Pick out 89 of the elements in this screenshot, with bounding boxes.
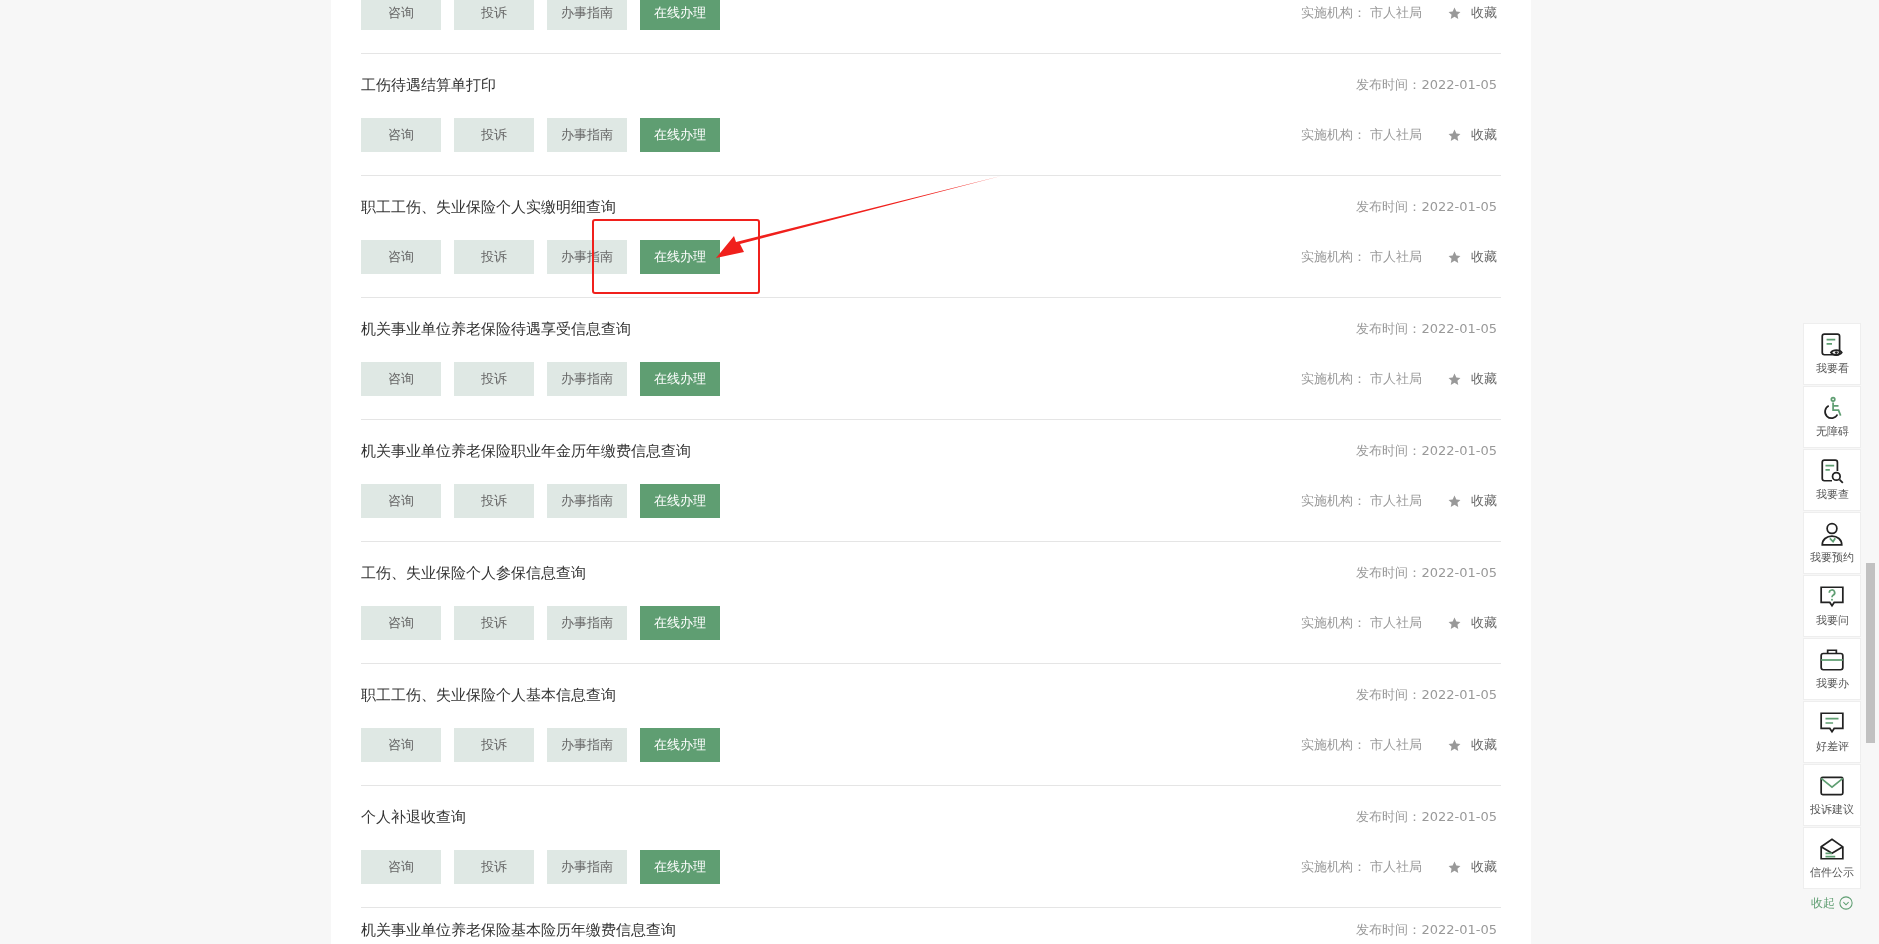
- service-button[interactable]: 办事指南: [547, 0, 627, 30]
- service-button[interactable]: 咨询: [361, 362, 441, 396]
- search-document-icon: [1819, 458, 1845, 484]
- publish-date: 发布时间：2022-01-05: [1356, 76, 1497, 94]
- sidebar-item[interactable]: 好差评: [1803, 701, 1861, 763]
- sidebar-item[interactable]: 无障碍: [1803, 386, 1861, 448]
- star-icon: [1448, 372, 1461, 386]
- online-handle-button[interactable]: 在线办理: [640, 850, 720, 884]
- service-button[interactable]: 咨询: [361, 606, 441, 640]
- service-button[interactable]: 咨询: [361, 240, 441, 274]
- service-button[interactable]: 投诉: [454, 240, 534, 274]
- sidebar-item[interactable]: 投诉建议: [1803, 764, 1861, 826]
- service-button[interactable]: 办事指南: [547, 850, 627, 884]
- publish-date: 发布时间：2022-01-05: [1356, 320, 1497, 338]
- envelope-icon: [1819, 773, 1845, 799]
- service-title[interactable]: 工伤、失业保险个人参保信息查询: [361, 563, 586, 583]
- favorite-link[interactable]: 收藏: [1448, 4, 1497, 22]
- service-button[interactable]: 办事指南: [547, 362, 627, 396]
- agency-text: 实施机构： 市人社局: [1300, 614, 1422, 632]
- briefcase-icon: [1819, 647, 1845, 673]
- online-handle-button[interactable]: 在线办理: [640, 606, 720, 640]
- service-title[interactable]: 工伤待遇结算单打印: [361, 75, 496, 95]
- service-button[interactable]: 投诉: [454, 728, 534, 762]
- online-handle-button[interactable]: 在线办理: [640, 118, 720, 152]
- service-button[interactable]: 咨询: [361, 0, 441, 30]
- online-handle-button[interactable]: 在线办理: [640, 728, 720, 762]
- service-button[interactable]: 投诉: [454, 850, 534, 884]
- sidebar-item[interactable]: 我要办: [1803, 638, 1861, 700]
- favorite-link[interactable]: 收藏: [1448, 858, 1497, 876]
- favorite-link[interactable]: 收藏: [1448, 248, 1497, 266]
- agency-text: 实施机构： 市人社局: [1300, 126, 1422, 144]
- publish-date: 发布时间：2022-01-05: [1356, 564, 1497, 582]
- document-eye-icon: [1819, 332, 1845, 358]
- publish-date: 发布时间：2022-01-05: [1356, 442, 1497, 460]
- star-icon: [1448, 494, 1461, 508]
- star-icon: [1448, 6, 1461, 20]
- sidebar-item[interactable]: 我要看: [1803, 323, 1861, 385]
- service-button[interactable]: 咨询: [361, 728, 441, 762]
- star-icon: [1448, 738, 1461, 752]
- publish-date: 发布时间：2022-01-05: [1356, 921, 1497, 939]
- service-title[interactable]: 机关事业单位养老保险基本险历年缴费信息查询: [361, 920, 676, 940]
- online-handle-button[interactable]: 在线办理: [640, 240, 720, 274]
- agency-text: 实施机构： 市人社局: [1300, 736, 1422, 754]
- scrollbar-thumb[interactable]: [1866, 563, 1875, 743]
- agency-text: 实施机构： 市人社局: [1300, 248, 1422, 266]
- service-button[interactable]: 办事指南: [547, 484, 627, 518]
- service-title[interactable]: 职工工伤、失业保险个人实缴明细查询: [361, 197, 616, 217]
- agency-text: 实施机构： 市人社局: [1300, 4, 1422, 22]
- online-handle-button[interactable]: 在线办理: [640, 0, 720, 30]
- agency-text: 实施机构： 市人社局: [1300, 858, 1422, 876]
- service-button[interactable]: 投诉: [454, 362, 534, 396]
- sidebar-item[interactable]: 我要预约: [1803, 512, 1861, 574]
- publish-date: 发布时间：2022-01-05: [1356, 198, 1497, 216]
- service-button[interactable]: 咨询: [361, 850, 441, 884]
- sidebar-item[interactable]: 我要问: [1803, 575, 1861, 637]
- collapse-link[interactable]: 收起: [1803, 890, 1861, 916]
- favorite-link[interactable]: 收藏: [1448, 614, 1497, 632]
- star-icon: [1448, 860, 1461, 874]
- online-handle-button[interactable]: 在线办理: [640, 362, 720, 396]
- service-button[interactable]: 投诉: [454, 484, 534, 518]
- service-title[interactable]: 机关事业单位养老保险待遇享受信息查询: [361, 319, 631, 339]
- sidebar-item[interactable]: 信件公示: [1803, 827, 1861, 889]
- service-button[interactable]: 投诉: [454, 118, 534, 152]
- favorite-link[interactable]: 收藏: [1448, 370, 1497, 388]
- service-button[interactable]: 咨询: [361, 118, 441, 152]
- person-icon: [1819, 521, 1845, 547]
- agency-text: 实施机构： 市人社局: [1300, 370, 1422, 388]
- favorite-link[interactable]: 收藏: [1448, 126, 1497, 144]
- service-title[interactable]: 个人补退收查询: [361, 807, 466, 827]
- service-button[interactable]: 投诉: [454, 0, 534, 30]
- star-icon: [1448, 616, 1461, 630]
- favorite-link[interactable]: 收藏: [1448, 492, 1497, 510]
- service-title[interactable]: 职工工伤、失业保险个人基本信息查询: [361, 685, 616, 705]
- service-button[interactable]: 投诉: [454, 606, 534, 640]
- publish-date: 发布时间：2022-01-05: [1356, 686, 1497, 704]
- service-button[interactable]: 咨询: [361, 484, 441, 518]
- publish-date: 发布时间：2022-01-05: [1356, 808, 1497, 826]
- online-handle-button[interactable]: 在线办理: [640, 484, 720, 518]
- service-title[interactable]: 机关事业单位养老保险职业年金历年缴费信息查询: [361, 441, 691, 461]
- star-icon: [1448, 250, 1461, 264]
- chevron-down-icon: [1839, 896, 1853, 910]
- open-envelope-icon: [1819, 836, 1845, 862]
- star-icon: [1448, 128, 1461, 142]
- sidebar-item[interactable]: 我要查: [1803, 449, 1861, 511]
- agency-text: 实施机构： 市人社局: [1300, 492, 1422, 510]
- favorite-link[interactable]: 收藏: [1448, 736, 1497, 754]
- service-button[interactable]: 办事指南: [547, 606, 627, 640]
- service-button[interactable]: 办事指南: [547, 118, 627, 152]
- service-button[interactable]: 办事指南: [547, 728, 627, 762]
